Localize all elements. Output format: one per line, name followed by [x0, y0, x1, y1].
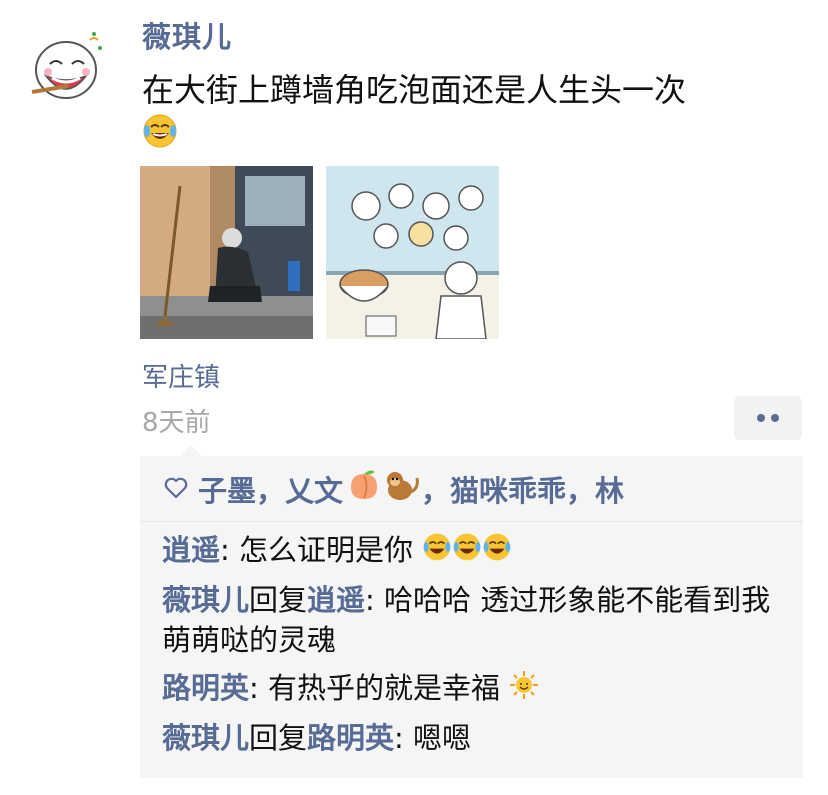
likes-names-2[interactable]: ，猫咪乖乖，林	[421, 468, 624, 510]
heart-outline-icon	[164, 472, 188, 506]
monkey-icon	[383, 468, 421, 509]
comment-separator: :	[220, 533, 240, 567]
more-actions-button[interactable]	[734, 396, 802, 440]
comment-author[interactable]: 薇琪儿	[162, 583, 249, 617]
dot-icon	[757, 414, 765, 422]
tears-of-joy-icon	[452, 532, 482, 572]
comment-text: 有热乎的就是幸福	[268, 671, 501, 705]
comment-separator: :	[249, 671, 269, 705]
tears-of-joy-icon	[142, 113, 178, 160]
comment-author[interactable]: 路明英	[162, 671, 249, 705]
post-time: 8天前	[142, 408, 211, 438]
likes-names-1[interactable]: 子墨，乂文	[198, 468, 343, 510]
comment-separator: :	[365, 583, 385, 617]
post-photo-street[interactable]	[140, 166, 313, 339]
comment-item[interactable]: 薇琪儿回复路明英: 嗯嗯	[162, 718, 792, 758]
sun-icon	[509, 670, 539, 710]
post-location[interactable]: 军庄镇	[142, 357, 220, 394]
comment-reply-word: 回复	[249, 583, 308, 617]
comment-item[interactable]: 薇琪儿回复逍遥: 哈哈哈 透过形象能不能看到我萌萌哒的灵魂	[162, 580, 792, 660]
dot-icon	[771, 414, 779, 422]
peach-icon	[347, 468, 381, 509]
avatar[interactable]	[28, 26, 112, 110]
comment-text: 怎么证明是你	[239, 533, 414, 567]
post-text-container: 在大街上蹲墙角吃泡面还是人生头一次	[142, 68, 802, 160]
comment-item[interactable]: 路明英: 有热乎的就是幸福	[162, 668, 792, 710]
post-text: 在大街上蹲墙角吃泡面还是人生头一次	[142, 71, 687, 109]
comment-author[interactable]: 薇琪儿	[162, 721, 249, 755]
tears-of-joy-icon	[482, 532, 512, 572]
comment-item[interactable]: 逍遥: 怎么证明是你	[162, 530, 792, 572]
likes-row: 子墨，乂文 ，猫咪乖乖，林	[140, 456, 803, 522]
post-photo-cartoon[interactable]	[326, 166, 499, 339]
interaction-panel: 子墨，乂文 ，猫咪乖乖，林 逍遥: 怎么证明是你 薇琪儿回复逍遥: 哈哈哈 透过…	[140, 456, 803, 778]
comments-list: 逍遥: 怎么证明是你 薇琪儿回复逍遥: 哈哈哈 透过形象能不能看到我萌萌哒的灵魂…	[162, 530, 792, 766]
comment-reply-word: 回复	[249, 721, 308, 755]
post-author-name[interactable]: 薇琪儿	[142, 14, 232, 56]
panel-caret	[180, 445, 202, 456]
comment-text: 嗯嗯	[413, 721, 472, 755]
comment-author[interactable]: 逍遥	[162, 533, 220, 567]
tears-of-joy-icon	[422, 532, 452, 572]
comment-reply-to[interactable]: 路明英	[307, 721, 394, 755]
avatar-cartoon-icon	[31, 32, 102, 99]
comment-reply-to[interactable]: 逍遥	[307, 583, 365, 617]
comment-separator: :	[394, 721, 414, 755]
